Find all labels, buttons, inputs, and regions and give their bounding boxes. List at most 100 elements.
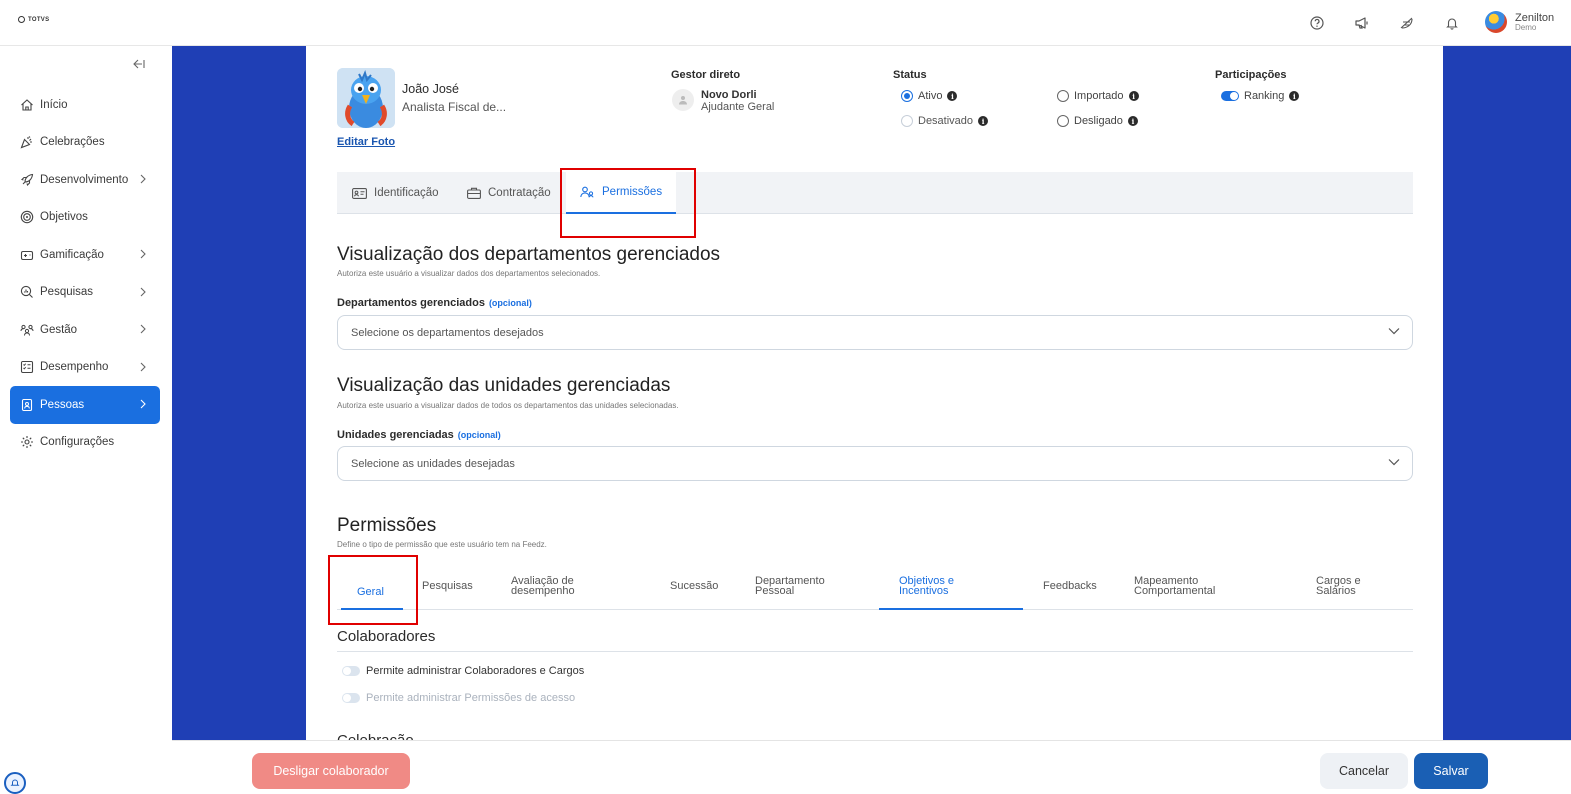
help-icon[interactable] — [1306, 12, 1328, 34]
permission-label: Permite administrar Permissões de acesso — [366, 692, 576, 704]
user-role: Demo — [1515, 22, 1537, 32]
people-icon — [20, 324, 34, 336]
home-icon — [21, 99, 33, 111]
sidebar-item-configuracoes[interactable]: Configurações — [10, 424, 160, 462]
bell-icon[interactable] — [1441, 12, 1463, 34]
info-icon[interactable]: i — [978, 116, 989, 126]
ptab-avaliacao-desempenho[interactable]: Avaliação de desempenho — [511, 576, 575, 597]
ptab-cargos-salarios[interactable]: Cargos e Salários — [1316, 576, 1361, 597]
employee-edit-panel: João José Analista Fiscal de... Editar F… — [306, 46, 1443, 740]
manager-role: Ajudante Geral — [701, 101, 775, 113]
chevron-down-icon — [1388, 459, 1400, 466]
sidebar-item-objetivos[interactable]: Objetivos — [10, 199, 160, 237]
id-card-icon — [352, 187, 367, 199]
departments-select[interactable]: Selecione os departamentos desejados — [337, 315, 1413, 350]
celebracao-section-title: Celebração — [337, 732, 414, 740]
participations-label: Participações — [1215, 69, 1287, 81]
briefcase-icon — [467, 187, 481, 199]
ptab-pesquisas[interactable]: Pesquisas — [422, 581, 473, 592]
totvs-logo[interactable]: TOTVS — [18, 16, 49, 23]
help-chat-icon[interactable] — [4, 772, 26, 794]
ptab-mapeamento-comportamental[interactable]: Mapeamento Comportamental — [1134, 576, 1216, 597]
sidebar-item-inicio[interactable]: Início — [10, 86, 160, 124]
permissions-title: Permissões — [337, 515, 437, 536]
feather-icon[interactable] — [1396, 12, 1418, 34]
units-field-label: Unidades gerenciadas (opcional) — [337, 429, 501, 441]
status-radio-desligado[interactable]: Desligado i — [1057, 115, 1138, 127]
sidebar: Início Celebrações Desenvolvimento Objet… — [0, 46, 172, 794]
megaphone-icon[interactable] — [1351, 12, 1373, 34]
toggle-switch[interactable] — [342, 693, 360, 703]
dismiss-employee-button[interactable]: Desligar colaborador — [252, 753, 410, 789]
collapse-sidebar-icon[interactable] — [133, 58, 145, 72]
sidebar-item-gamificacao[interactable]: Gamificação — [10, 236, 160, 274]
edit-photo-link[interactable]: Editar Foto — [337, 136, 395, 148]
sidebar-item-label: Celebrações — [40, 136, 105, 149]
sidebar-item-label: Configurações — [40, 436, 115, 449]
departments-title: Visualização dos departamentos gerenciad… — [337, 244, 721, 265]
ptab-label-line2: Incentivos — [899, 585, 949, 597]
employee-name: João José — [402, 82, 459, 96]
user-menu[interactable]: Zenilton Demo — [1485, 11, 1554, 33]
footer-actions: Desligar colaborador Cancelar Salvar — [172, 740, 1571, 794]
optional-tag: (opcional) — [457, 430, 501, 440]
ptab-highlight-underline — [879, 608, 1023, 610]
radio-unselected-icon — [1057, 90, 1069, 102]
ptab-departamento-pessoal[interactable]: Departamento Pessoal — [755, 576, 825, 597]
save-button[interactable]: Salvar — [1414, 753, 1488, 789]
employee-role: Analista Fiscal de... — [402, 100, 507, 114]
sidebar-item-desempenho[interactable]: Desempenho — [10, 349, 160, 387]
status-radio-ativo[interactable]: Ativo i — [901, 90, 958, 102]
manager-label: Gestor direto — [671, 69, 741, 81]
avatar — [1485, 11, 1507, 33]
units-title: Visualização das unidades gerenciadas — [337, 375, 671, 396]
sidebar-item-celebracoes[interactable]: Celebrações — [10, 124, 160, 162]
person-icon — [679, 96, 687, 105]
sidebar-item-pessoas[interactable]: Pessoas — [10, 386, 160, 424]
tab-contratacao[interactable]: Contratação — [467, 172, 551, 214]
status-radio-importado[interactable]: Importado i — [1057, 90, 1139, 102]
sidebar-item-label: Objetivos — [40, 211, 88, 224]
cancel-button[interactable]: Cancelar — [1320, 753, 1408, 789]
field-label-text: Departamentos gerenciados — [337, 297, 485, 309]
section-divider — [337, 651, 1413, 652]
info-icon[interactable]: i — [1127, 116, 1138, 126]
sidebar-item-label: Pesquisas — [40, 286, 94, 299]
gear-icon — [21, 436, 33, 449]
checklist-icon — [20, 361, 34, 374]
ptab-objetivos-incentivos[interactable]: Objetivos e Incentivos — [899, 576, 954, 597]
sidebar-item-desenvolvimento[interactable]: Desenvolvimento — [10, 161, 160, 199]
ptab-label-line2: Salários — [1316, 585, 1356, 597]
manager-name: Novo Dorli — [701, 89, 757, 101]
ranking-label: Ranking — [1244, 90, 1285, 102]
info-icon[interactable]: i — [1128, 91, 1139, 101]
field-label-text: Unidades gerenciadas — [337, 429, 454, 441]
game-icon — [20, 250, 34, 260]
permission-toggle-permissoes-acesso[interactable]: Permite administrar Permissões de acesso — [342, 692, 575, 704]
units-select[interactable]: Selecione as unidades desejadas — [337, 446, 1413, 481]
ptab-label-line2: desempenho — [511, 585, 575, 597]
departments-field-label: Departamentos gerenciados (opcional) — [337, 297, 532, 309]
ranking-toggle[interactable] — [1221, 91, 1239, 101]
tab-identificacao[interactable]: Identificação — [352, 172, 439, 214]
logo-text: TOTVS — [28, 16, 50, 23]
sidebar-item-gestao[interactable]: Gestão — [10, 311, 160, 349]
info-icon[interactable]: i — [1289, 91, 1300, 101]
top-icons — [1306, 12, 1486, 34]
permission-toggle-colaboradores-cargos[interactable]: Permite administrar Colaboradores e Carg… — [342, 665, 584, 677]
colaboradores-section-title: Colaboradores — [337, 628, 436, 645]
top-bar: TOTVS Zenilton Demo — [0, 0, 1571, 46]
sidebar-item-pesquisas[interactable]: Pesquisas — [10, 274, 160, 312]
status-radio-desativado[interactable]: Desativado i — [901, 115, 989, 127]
ptab-feedbacks[interactable]: Feedbacks — [1043, 580, 1097, 592]
person-badge-icon — [21, 398, 33, 411]
sidebar-item-label: Pessoas — [40, 398, 85, 411]
radio-unselected-icon — [901, 115, 913, 127]
toggle-switch[interactable] — [342, 666, 360, 676]
ptab-label: Feedbacks — [1043, 580, 1097, 592]
ptab-label-line2: Comportamental — [1134, 585, 1216, 597]
info-icon[interactable]: i — [947, 91, 958, 101]
ptab-sucessao[interactable]: Sucessão — [670, 581, 718, 592]
radio-label: Desligado — [1074, 115, 1123, 127]
select-placeholder: Selecione os departamentos desejados — [351, 326, 544, 339]
